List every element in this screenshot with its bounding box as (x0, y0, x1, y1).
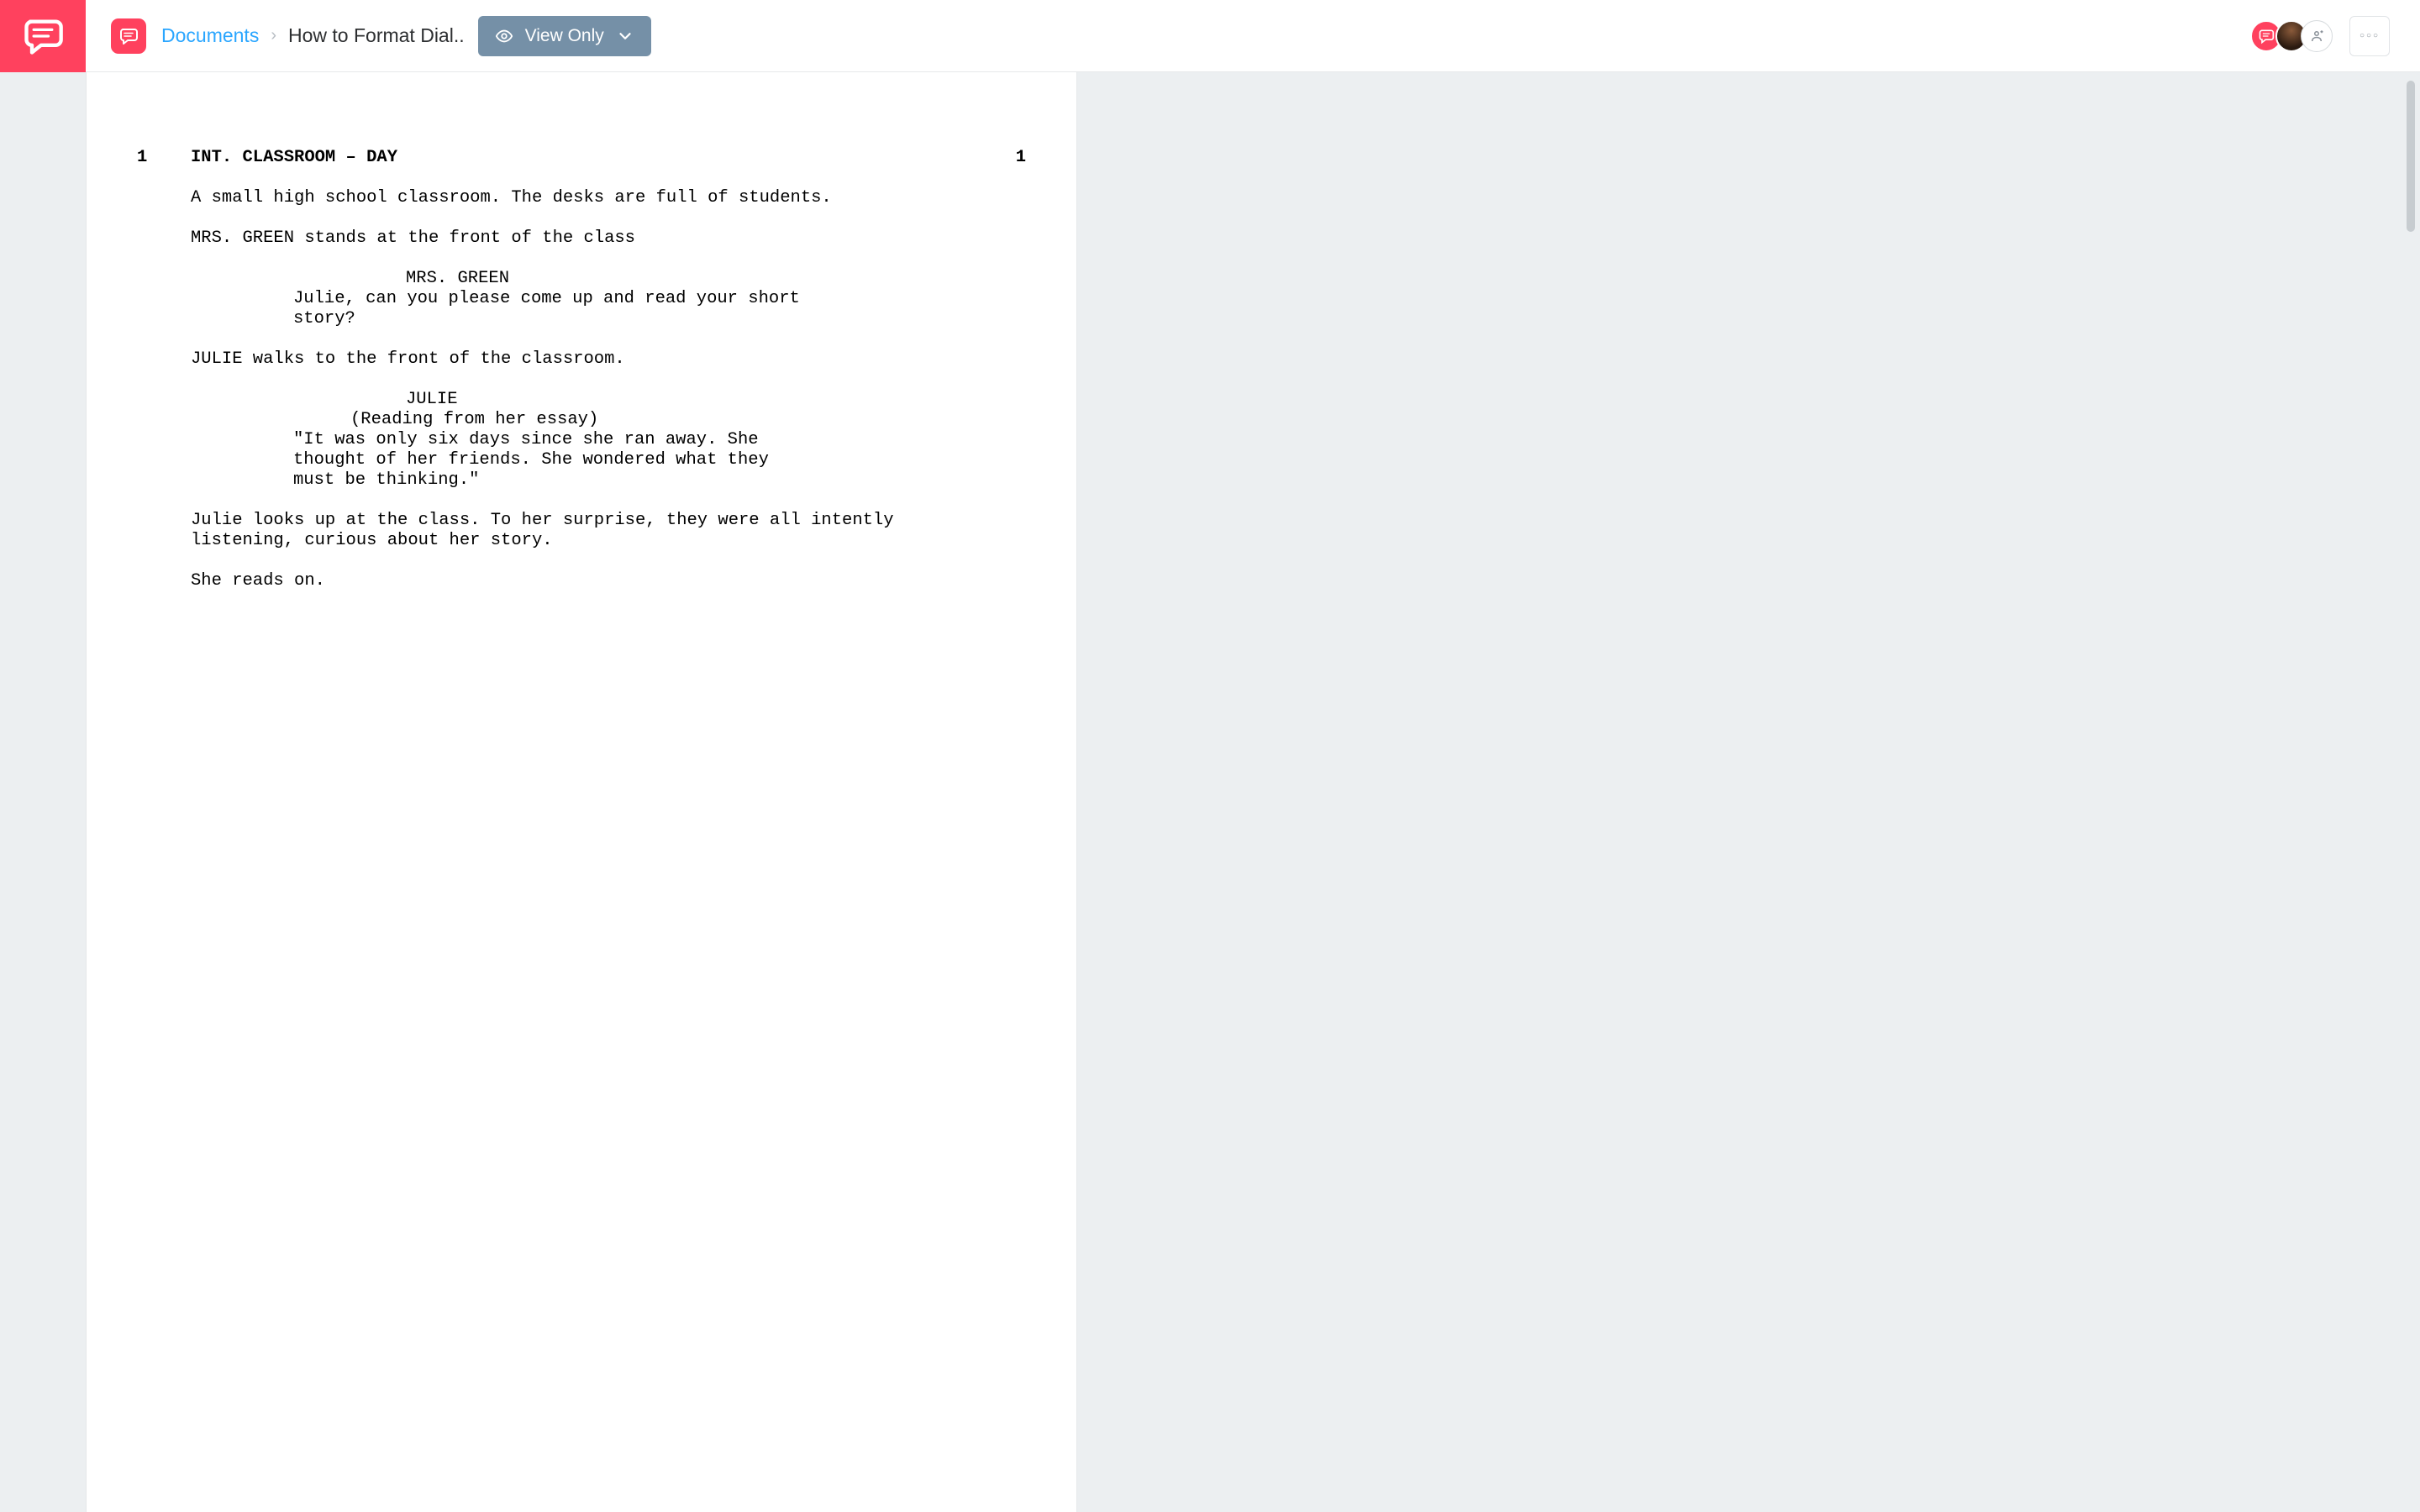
scene-number-right: 1 (992, 148, 1026, 168)
top-bar: Documents › How to Format Dial.. View On… (0, 0, 2420, 72)
chevron-right-icon: › (271, 26, 276, 45)
chevron-down-icon (616, 27, 634, 45)
character-cue: JULIE (406, 390, 1026, 410)
parenthetical: (Reading from her essay) (350, 410, 1026, 430)
view-mode-button[interactable]: View Only (478, 16, 651, 56)
action-text: MRS. GREEN stands at the front of the cl… (191, 228, 992, 249)
speech-bubble-icon (2258, 28, 2275, 45)
action-text: A small high school classroom. The desks… (191, 188, 992, 208)
add-collaborator-button[interactable] (2301, 20, 2333, 52)
scene-heading-line: 1 INT. CLASSROOM – DAY 1 (137, 148, 1026, 168)
view-mode-label: View Only (525, 26, 604, 46)
dialogue-block: MRS. GREEN Julie, can you please come up… (137, 269, 1026, 329)
dialogue-speech: Julie, can you please come up and read y… (293, 289, 808, 329)
dialogue-block: JULIE (Reading from her essay) "It was o… (137, 390, 1026, 491)
scene-heading: INT. CLASSROOM – DAY (179, 148, 992, 168)
breadcrumb-current: How to Format Dial.. (288, 24, 465, 47)
brand-logo-tile[interactable] (0, 0, 86, 72)
breadcrumb-root[interactable]: Documents (161, 24, 259, 47)
eye-icon (495, 27, 513, 45)
breadcrumb: Documents › How to Format Dial.. (161, 24, 465, 47)
action-text: She reads on. (191, 571, 992, 591)
script-page: 1 INT. CLASSROOM – DAY 1 A small high sc… (86, 72, 1077, 1512)
dialogue-speech: "It was only six days since she ran away… (293, 430, 808, 491)
more-options-button[interactable]: ○○○ (2349, 16, 2390, 56)
character-cue: MRS. GREEN (406, 269, 1026, 289)
workspace: 1 INT. CLASSROOM – DAY 1 A small high sc… (0, 72, 2420, 1512)
scene-number-left: 1 (137, 148, 179, 168)
speech-bubble-icon (118, 26, 139, 46)
ellipsis-icon: ○○○ (2360, 31, 2380, 40)
scrollbar[interactable] (2407, 81, 2415, 232)
collaborator-avatars (2250, 20, 2333, 52)
document-icon-tile[interactable] (111, 18, 146, 54)
action-text: Julie looks up at the class. To her surp… (191, 511, 992, 551)
action-text: JULIE walks to the front of the classroo… (191, 349, 992, 370)
add-user-icon (2309, 29, 2324, 44)
speech-bubble-icon (21, 14, 65, 58)
